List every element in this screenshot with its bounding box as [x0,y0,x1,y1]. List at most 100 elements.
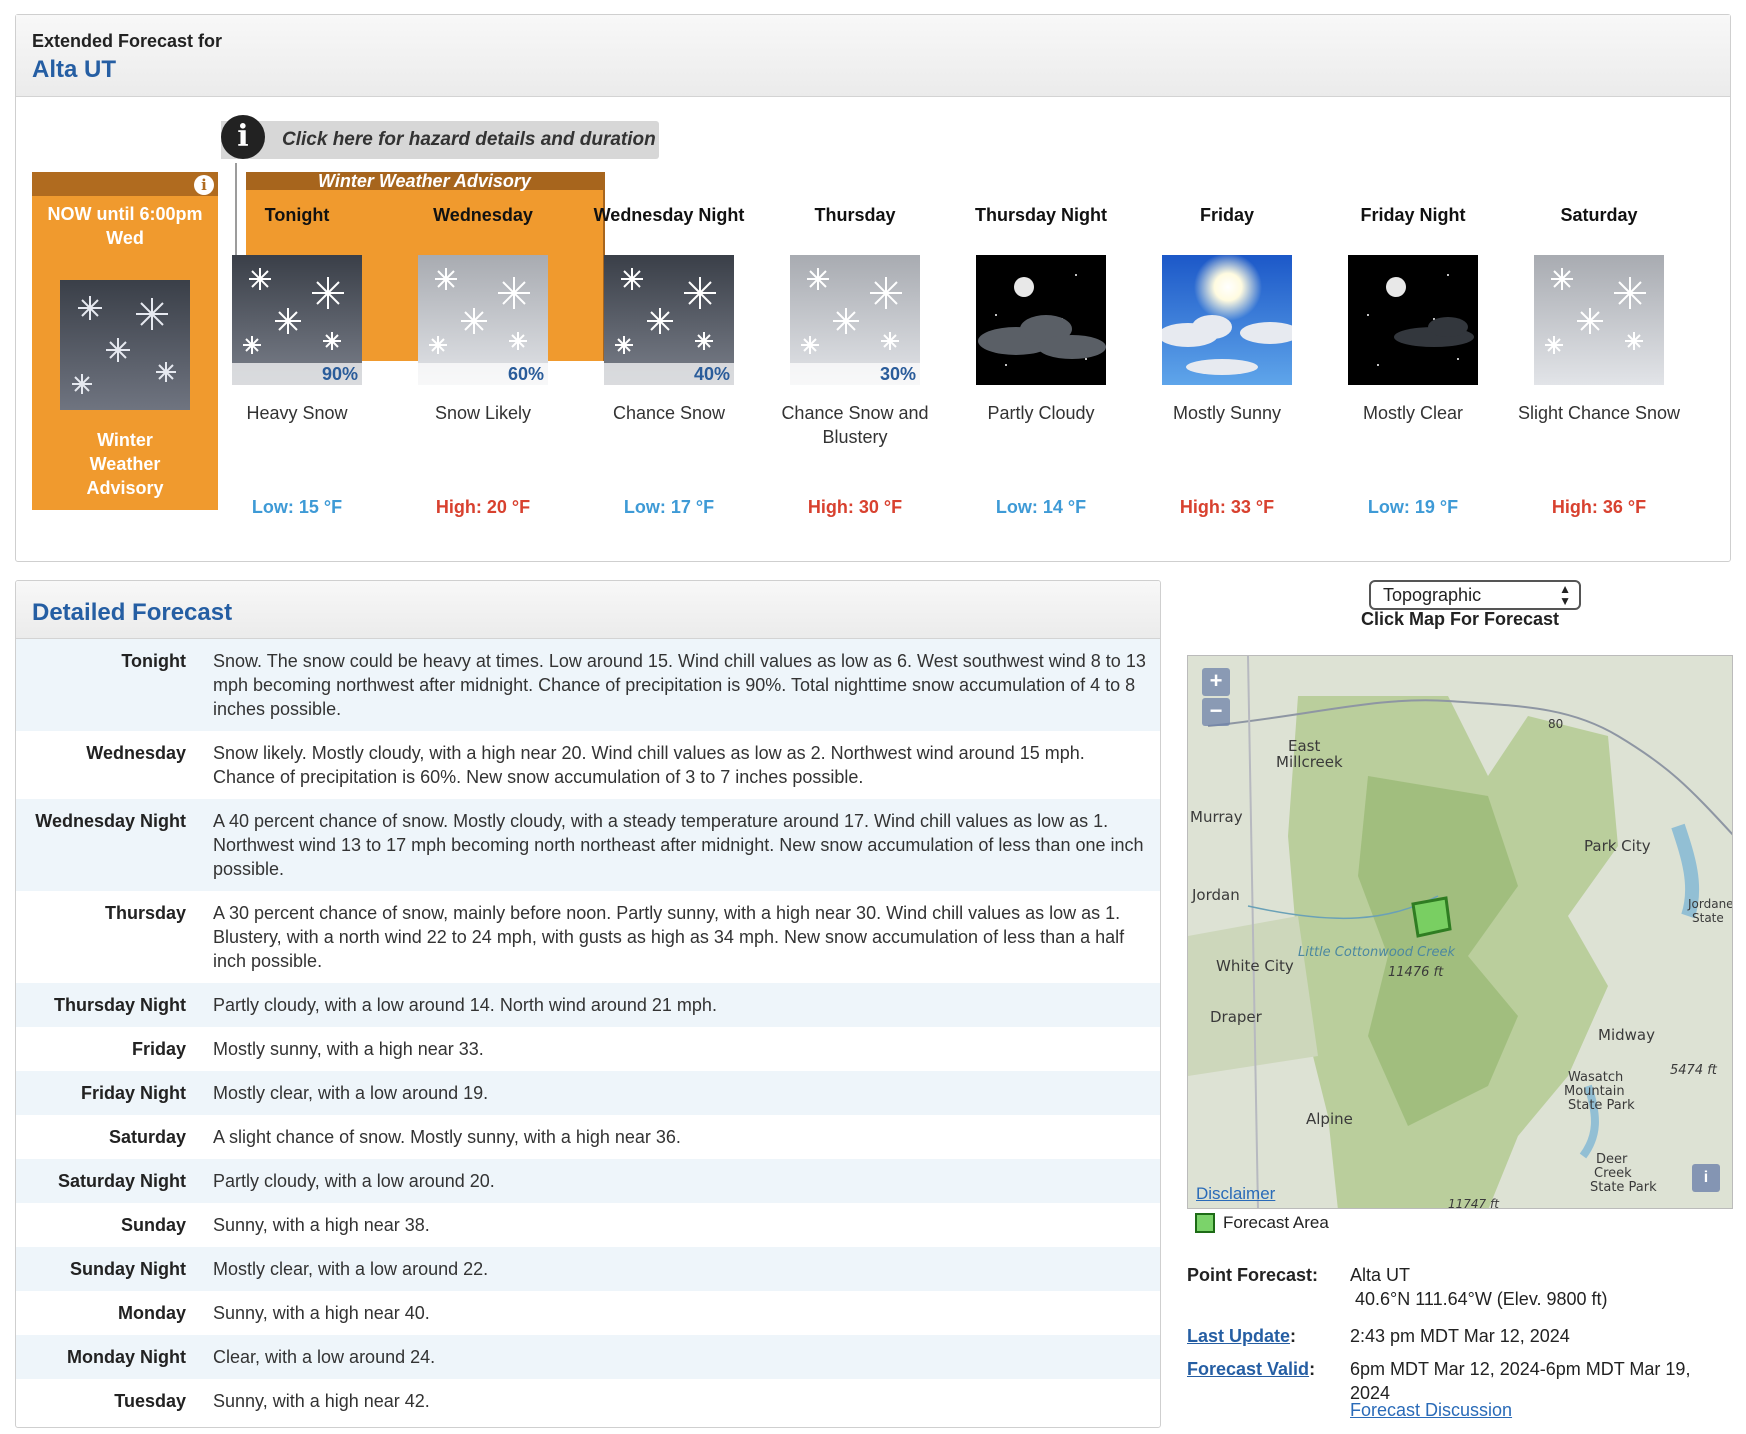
point-coordinates: 40.6°N 111.64°W (Elev. 9800 ft) [1355,1289,1608,1309]
detailed-forecast-row: Thursday Night Partly cloudy, with a low … [16,983,1160,1027]
period-name: Friday Night [1360,205,1466,225]
svg-text:State: State [1692,911,1724,925]
period-name: Wednesday Night [593,205,745,225]
detailed-forecast-row: Thursday A 30 percent chance of snow, mai… [16,891,1160,983]
forecast-valid-link[interactable]: Forecast Valid [1187,1359,1309,1379]
svg-text:Creek: Creek [1594,1166,1632,1181]
svg-text:11476 ft: 11476 ft [1388,965,1444,980]
forecast-area-swatch [1195,1213,1215,1233]
extended-forecast-panel: Extended Forecast for Alta UT Click here… [15,14,1731,562]
map-type-select[interactable]: Topographic ▲ ▼ [1369,580,1581,610]
detailed-period-text: Mostly sunny, with a high near 33. [213,1039,484,1059]
detailed-period-label: Sunday [120,1215,186,1235]
forecast-period[interactable]: Saturday Slight Chance Snow High: 36 °F [1506,203,1692,518]
detailed-period-text: A 30 percent chance of snow, mainly befo… [213,903,1125,971]
snow-icon[interactable]: 40% [604,255,734,385]
detailed-forecast-panel: Detailed Forecast Tonight Snow. The snow … [15,580,1161,1428]
detailed-forecast-row: Saturday A slight chance of snow. Mostly … [16,1115,1160,1159]
forecast-period[interactable]: Tonight 90% Heavy Snow Low: 15 °F [204,203,390,518]
svg-text:White City: White City [1216,957,1294,975]
detailed-period-label: Tuesday [114,1391,186,1411]
forecast-period[interactable]: Friday Night Mostly Clear Low: 19 °F [1320,203,1506,518]
period-name: Tonight [264,205,330,225]
point-location: Alta UT [1350,1265,1411,1285]
now-hazard-title: NOW until 6:00pm Wed [47,204,203,248]
forecast-period[interactable]: Wednesday 60% Snow Likely High: 20 °F [390,203,576,518]
svg-text:Jordanelle: Jordanelle [1687,897,1733,911]
map-legend: Forecast Area [1195,1213,1329,1233]
detailed-period-label: Monday Night [67,1347,186,1367]
temperature: Low: 17 °F [623,497,715,517]
period-name: Friday [1199,205,1255,225]
detailed-period-text: Clear, with a low around 24. [213,1347,436,1367]
svg-text:Millcreek: Millcreek [1276,753,1343,771]
detailed-period-label: Friday [131,1039,186,1059]
detailed-period-text: Partly cloudy, with a low around 14. Nor… [213,995,717,1015]
now-hazard-card[interactable]: i NOW until 6:00pm Wed Winter Weather Ad… [32,172,218,510]
svg-text:Murray: Murray [1190,808,1243,826]
forecast-period[interactable]: Friday Mostly Sunny High: 33 °F [1134,203,1320,518]
map-hint: Click Map For Forecast [1360,609,1560,629]
forecast-map[interactable]: East Millcreek Murray Jordan White City … [1187,655,1733,1209]
forecast-discussion-link[interactable]: Forecast Discussion [1350,1400,1512,1421]
detailed-period-text: Partly cloudy, with a low around 20. [213,1171,495,1191]
snow-icon[interactable]: 90% [232,255,362,385]
precip-chance: 60% [418,363,548,385]
snow-icon[interactable] [1534,255,1664,385]
sun-icon[interactable] [1162,255,1292,385]
temperature: High: 30 °F [807,497,903,517]
detailed-forecast-row: Friday Night Mostly clear, with a low aro… [16,1071,1160,1115]
temperature: Low: 15 °F [251,497,343,517]
period-name: Thursday [814,205,896,225]
period-name: Wednesday [433,205,533,225]
last-update-link[interactable]: Last Update [1187,1326,1290,1346]
detailed-period-text: Mostly clear, with a low around 19. [213,1083,489,1103]
detailed-forecast-row: Saturday Night Partly cloudy, with a low … [16,1159,1160,1203]
short-description: Partly Cloudy [987,403,1095,423]
forecast-period[interactable]: Thursday Night Partly Cloudy Low: 14 °F [948,203,1134,518]
disclaimer-link[interactable]: Disclaimer [1196,1184,1275,1204]
map-info-button[interactable]: i [1692,1164,1720,1192]
detailed-forecast-row: Tonight Snow. The snow could be heavy at … [16,639,1160,731]
location-title: Alta UT [32,56,116,83]
moon-icon[interactable] [976,255,1106,385]
select-arrows-icon: ▲ ▼ [1559,582,1571,608]
map-type-value: Topographic [1383,585,1482,605]
short-description: Chance Snow [612,403,726,423]
short-description: Chance Snow and Blustery [781,403,929,447]
forecast-period[interactable]: Thursday 30% Chance Snow and Blustery High:… [762,203,948,518]
svg-text:80: 80 [1548,717,1563,731]
svg-text:5474 ft: 5474 ft [1670,1063,1718,1078]
detailed-period-text: Mostly clear, with a low around 22. [213,1259,489,1279]
snow-icon [60,280,190,410]
detailed-period-label: Saturday Night [57,1171,186,1191]
svg-text:State Park: State Park [1568,1098,1635,1113]
zoom-in-button[interactable]: + [1202,668,1230,696]
zoom-out-button[interactable]: − [1202,698,1230,726]
snow-icon[interactable]: 60% [418,255,548,385]
last-update-row: Last Update: 2:43 pm MDT Mar 12, 2024 [1187,1326,1570,1346]
detailed-period-label: Wednesday [86,743,186,763]
svg-text:11747 ft: 11747 ft [1448,1197,1500,1209]
svg-text:Jordan: Jordan [1191,886,1240,904]
info-icon[interactable]: i [194,175,214,195]
hazard-details-link[interactable]: Click here for hazard details and durati… [221,121,659,159]
point-forecast-row: Point Forecast: Alta UT 40.6°N 111.64°W … [1187,1263,1733,1311]
forecast-period[interactable]: Wednesday Night 40% Chance Snow Low: 17 °F [576,203,762,518]
short-description: Mostly Sunny [1172,403,1282,423]
moon-icon[interactable] [1348,255,1478,385]
short-description: Heavy Snow [246,403,348,423]
precip-chance: 30% [790,363,920,385]
svg-text:Mountain: Mountain [1564,1084,1625,1099]
snow-icon[interactable]: 30% [790,255,920,385]
svg-text:Alpine: Alpine [1306,1110,1353,1128]
detailed-period-text: A 40 percent chance of snow. Mostly clou… [213,811,1144,879]
svg-text:Midway: Midway [1598,1026,1655,1044]
now-hazard-label: Winter Weather Advisory [86,430,164,498]
temperature: High: 33 °F [1179,497,1275,517]
detailed-forecast-title: Detailed Forecast [16,581,1160,639]
info-icon[interactable]: i [221,115,265,159]
map-canvas[interactable]: East Millcreek Murray Jordan White City … [1188,656,1733,1209]
extended-forecast-header: Extended Forecast for Alta UT [16,15,1730,97]
forecast-valid-value: 6pm MDT Mar 12, 2024-6pm MDT Mar 19, 202… [1350,1359,1691,1403]
